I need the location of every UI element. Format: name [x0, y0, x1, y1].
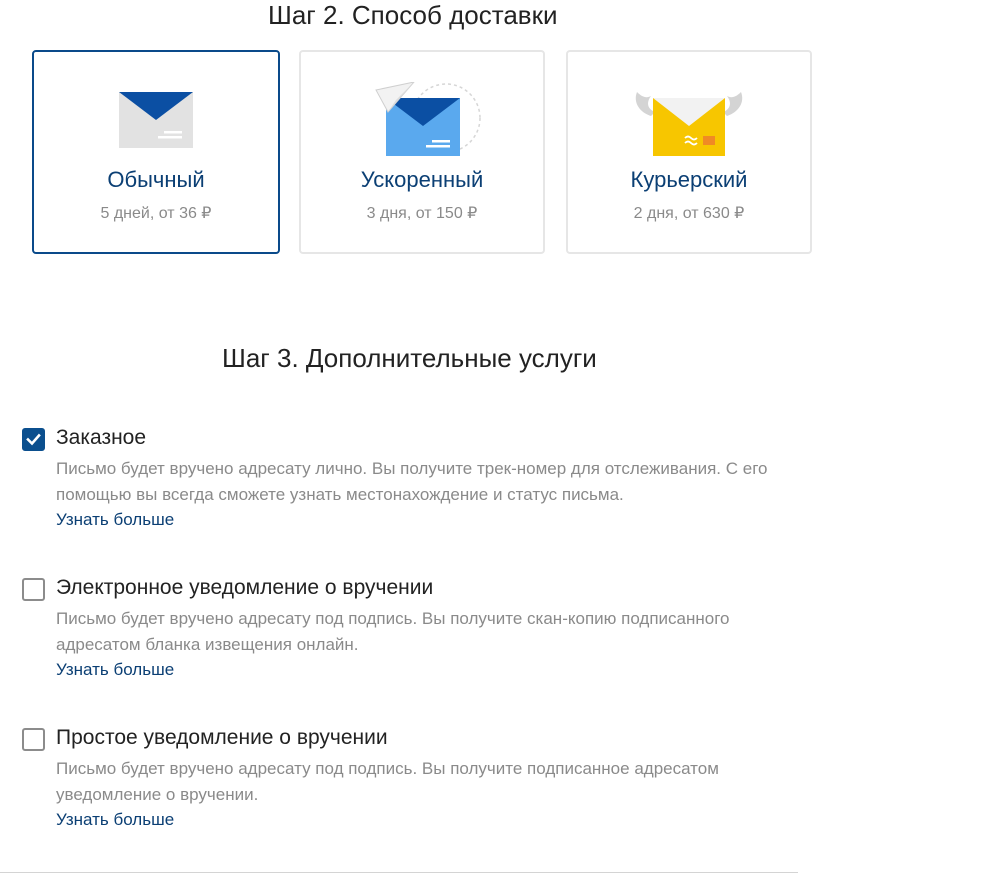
delivery-option-name: Обычный — [107, 167, 205, 192]
step2-title: Шаг 2. Способ доставки — [268, 0, 558, 30]
service-description: Письмо будет вручено адресату лично. Вы … — [56, 459, 768, 504]
delivery-option-description: 3 дня, от 150 ₽ — [366, 205, 478, 222]
service-description: Письмо будет вручено адресату под подпис… — [56, 759, 719, 804]
service-title[interactable]: Заказное — [56, 426, 146, 450]
service-description: Письмо будет вручено адресату под подпис… — [56, 609, 730, 654]
winged-envelope-icon — [635, 92, 743, 156]
envelope-icon — [119, 92, 193, 148]
paper-plane-envelope-icon — [375, 82, 481, 156]
delivery-option-description: 5 дней, от 36 ₽ — [100, 205, 212, 222]
learn-more-link[interactable]: Узнать больше — [56, 660, 174, 680]
divider — [0, 872, 798, 873]
service-checkbox[interactable] — [22, 428, 45, 451]
checkmark-icon — [26, 433, 41, 446]
service-title[interactable]: Простое уведомление о вручении — [56, 726, 388, 750]
delivery-option-courier[interactable]: Курьерский 2 дня, от 630 ₽ — [566, 50, 812, 254]
delivery-option-express[interactable]: Ускоренный 3 дня, от 150 ₽ — [299, 50, 545, 254]
delivery-option-name: Курьерский — [630, 167, 748, 192]
delivery-option-name: Ускоренный — [360, 167, 484, 192]
step3-title: Шаг 3. Дополнительные услуги — [222, 343, 597, 373]
delivery-option-description: 2 дня, от 630 ₽ — [633, 205, 745, 222]
delivery-option-regular[interactable]: Обычный 5 дней, от 36 ₽ — [32, 50, 280, 254]
learn-more-link[interactable]: Узнать больше — [56, 810, 174, 830]
learn-more-link[interactable]: Узнать больше — [56, 510, 174, 530]
service-title[interactable]: Электронное уведомление о вручении — [56, 576, 433, 600]
service-checkbox[interactable] — [22, 728, 45, 751]
service-checkbox[interactable] — [22, 578, 45, 601]
